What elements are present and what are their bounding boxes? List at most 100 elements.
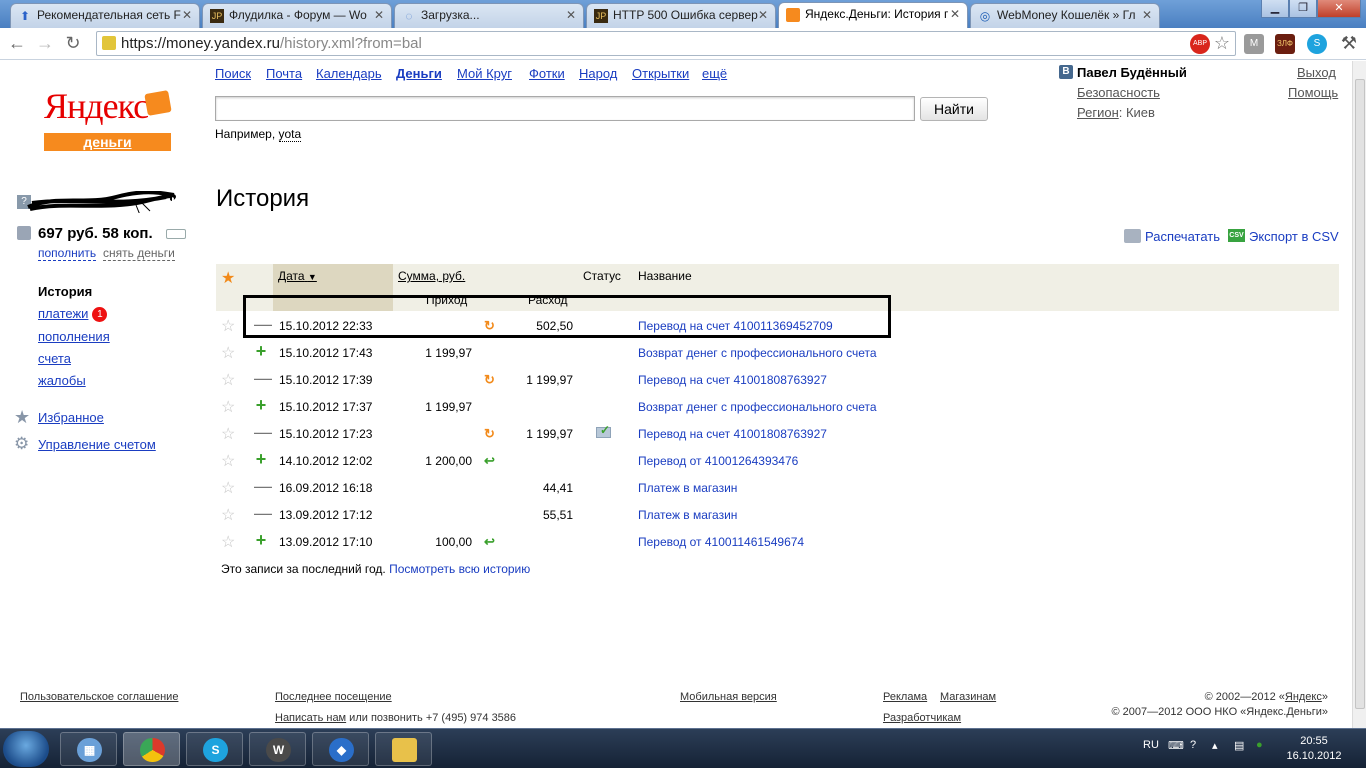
user-name[interactable]: Павел Будённый	[1077, 65, 1187, 80]
row-details[interactable]: Платеж в магазин	[638, 508, 737, 522]
row-details[interactable]: Платеж в магазин	[638, 481, 737, 495]
footer-last-visit[interactable]: Последнее посещение	[275, 691, 392, 703]
row-name-link[interactable]: Платеж в магазин	[638, 508, 737, 522]
close-icon[interactable]: ✕	[182, 4, 192, 26]
tray-arrow-icon[interactable]: ▴	[1212, 739, 1218, 752]
footer-ads[interactable]: Реклама	[883, 691, 927, 703]
footer-shops[interactable]: Магазинам	[940, 691, 996, 703]
yandex-link[interactable]: Яндекс	[1285, 691, 1322, 703]
start-button[interactable]	[3, 731, 49, 767]
page-scrollbar[interactable]	[1352, 61, 1366, 728]
example-word[interactable]: yota	[278, 127, 302, 142]
developers-link[interactable]: Разработчикам	[883, 712, 961, 724]
zlf-extension-icon[interactable]: ЗЛФ	[1275, 34, 1295, 54]
taskbar-network-app[interactable]: ▦	[60, 732, 117, 766]
region-link[interactable]: Регион	[1077, 105, 1119, 120]
nav-more[interactable]: ещё	[702, 66, 727, 81]
sort-by-sum[interactable]: Сумма, руб.	[398, 269, 465, 283]
sidebar-item-favorites[interactable]: Избранное	[38, 410, 104, 425]
row-name-link[interactable]: Возврат денег с профессионального счета	[638, 400, 877, 414]
minimize-button[interactable]: ▁	[1261, 0, 1289, 18]
favorite-star-icon[interactable]: ☆	[221, 316, 235, 336]
nav-calendar[interactable]: Календарь	[316, 66, 382, 81]
row-name-link[interactable]: Перевод на счет 41001808763927	[638, 427, 827, 441]
help-tray-icon[interactable]: ?	[1190, 739, 1196, 751]
address-bar[interactable]: https://money.yandex.ru/history.xml?from…	[96, 31, 1236, 56]
yandex-logo-text[interactable]: Яндекс	[44, 85, 149, 127]
forward-icon[interactable]: →	[34, 32, 56, 54]
keyboard-icon[interactable]: ⌨	[1168, 739, 1184, 752]
favorite-filter-star-icon[interactable]: ★	[221, 268, 235, 288]
row-details[interactable]: Возврат денег с профессионального счета	[638, 400, 877, 414]
logout-link[interactable]: Выход	[1297, 65, 1336, 80]
search-button[interactable]: Найти	[920, 97, 988, 121]
footer-mobile[interactable]: Мобильная версия	[680, 691, 777, 703]
sidebar-item-label[interactable]: жалобы	[38, 373, 86, 388]
sidebar-item-label[interactable]: счета	[38, 351, 71, 366]
taskbar-security-app[interactable]: ◆	[312, 732, 369, 766]
view-all-history-link[interactable]: Посмотреть всю историю	[389, 562, 530, 576]
close-icon[interactable]: ✕	[1142, 4, 1152, 26]
back-icon[interactable]: ←	[6, 32, 28, 54]
gmail-checker-icon[interactable]: M	[1244, 34, 1264, 54]
taskbar-chrome[interactable]	[123, 732, 180, 766]
favorite-star-icon[interactable]: ☆	[221, 478, 235, 498]
nav-search[interactable]: Поиск	[215, 66, 251, 81]
system-clock[interactable]: 20:55 16.10.2012	[1282, 734, 1346, 764]
network-tray-icon[interactable]: ▤	[1234, 739, 1244, 752]
wrench-menu-icon[interactable]: ⚒	[1338, 32, 1360, 54]
maximize-button[interactable]: ❐	[1289, 0, 1317, 18]
tab-loading[interactable]: ◌ Загрузка... ✕	[394, 3, 584, 28]
skype-extension-icon[interactable]: S	[1307, 34, 1327, 54]
sort-by-date[interactable]: Дата ▼	[278, 269, 317, 283]
adblock-icon[interactable]: ABP	[1190, 34, 1210, 54]
favorite-star-icon[interactable]: ☆	[221, 451, 235, 471]
mobile-version-link[interactable]: Мобильная версия	[680, 691, 777, 703]
row-name-link[interactable]: Перевод на счет 41001808763927	[638, 373, 827, 387]
favorite-star-icon[interactable]: ☆	[221, 532, 235, 552]
sidebar-item-label[interactable]: Управление счетом	[38, 437, 156, 452]
taskbar-world-of-tanks[interactable]: W	[249, 732, 306, 766]
search-input[interactable]	[215, 96, 915, 121]
row-details[interactable]: Перевод на счет 41001808763927	[638, 373, 827, 387]
row-details[interactable]: Возврат денег с профессионального счета	[638, 346, 877, 360]
favorite-star-icon[interactable]: ☆	[221, 343, 235, 363]
torrent-tray-icon[interactable]: ●	[1256, 739, 1263, 751]
tab-yandex-money[interactable]: Яндекс.Деньги: История г ✕	[778, 2, 968, 29]
bookmark-star-icon[interactable]: ☆	[1211, 32, 1233, 54]
ads-link[interactable]: Реклама	[883, 691, 927, 703]
sidebar-item-label[interactable]: платежи	[38, 306, 88, 321]
help-link[interactable]: Помощь	[1288, 85, 1338, 100]
footer-devs[interactable]: Разработчикам	[883, 712, 961, 724]
favorite-star-icon[interactable]: ☆	[221, 370, 235, 390]
card-icon[interactable]	[166, 229, 186, 239]
sidebar-item-deposits[interactable]: пополнения	[38, 329, 110, 344]
favorite-star-icon[interactable]: ☆	[221, 424, 235, 444]
tab-webmoney[interactable]: ◎ WebMoney Кошелёк » Гл ✕	[970, 3, 1160, 28]
row-details[interactable]: Перевод от 410011461549674	[638, 535, 804, 549]
last-visit-link[interactable]: Последнее посещение	[275, 691, 392, 703]
row-name-link[interactable]: Перевод от 410011461549674	[638, 535, 804, 549]
language-indicator[interactable]: RU	[1143, 739, 1159, 751]
security-link[interactable]: Безопасность	[1077, 85, 1160, 100]
write-us-link[interactable]: Написать нам	[275, 712, 346, 724]
sidebar-item-complaints[interactable]: жалобы	[38, 373, 86, 388]
tab-recommend[interactable]: ⬆ Рекомендательная сеть F ✕	[10, 3, 200, 28]
close-icon[interactable]: ✕	[566, 4, 576, 26]
close-icon[interactable]: ✕	[950, 3, 960, 25]
nav-mail[interactable]: Почта	[266, 66, 302, 81]
scrollbar-thumb[interactable]	[1355, 79, 1365, 709]
shops-link[interactable]: Магазинам	[940, 691, 996, 703]
nav-money[interactable]: Деньги	[396, 66, 442, 81]
close-icon[interactable]: ✕	[758, 4, 768, 26]
sidebar-item-label[interactable]: Избранное	[38, 410, 104, 425]
sidebar-item-payments[interactable]: платежи 1	[38, 306, 108, 322]
topup-link[interactable]: пополнить	[38, 246, 97, 261]
agreement-link[interactable]: Пользовательское соглашение	[20, 691, 178, 703]
footer-agreement[interactable]: Пользовательское соглашение	[20, 691, 178, 703]
nav-moi-krug[interactable]: Мой Круг	[457, 66, 512, 81]
row-name-link[interactable]: Перевод от 41001264393476	[638, 454, 798, 468]
row-name-link[interactable]: Платеж в магазин	[638, 481, 737, 495]
money-logo-label[interactable]: деньги	[44, 133, 171, 151]
window-close-button[interactable]: ✕	[1317, 0, 1361, 18]
